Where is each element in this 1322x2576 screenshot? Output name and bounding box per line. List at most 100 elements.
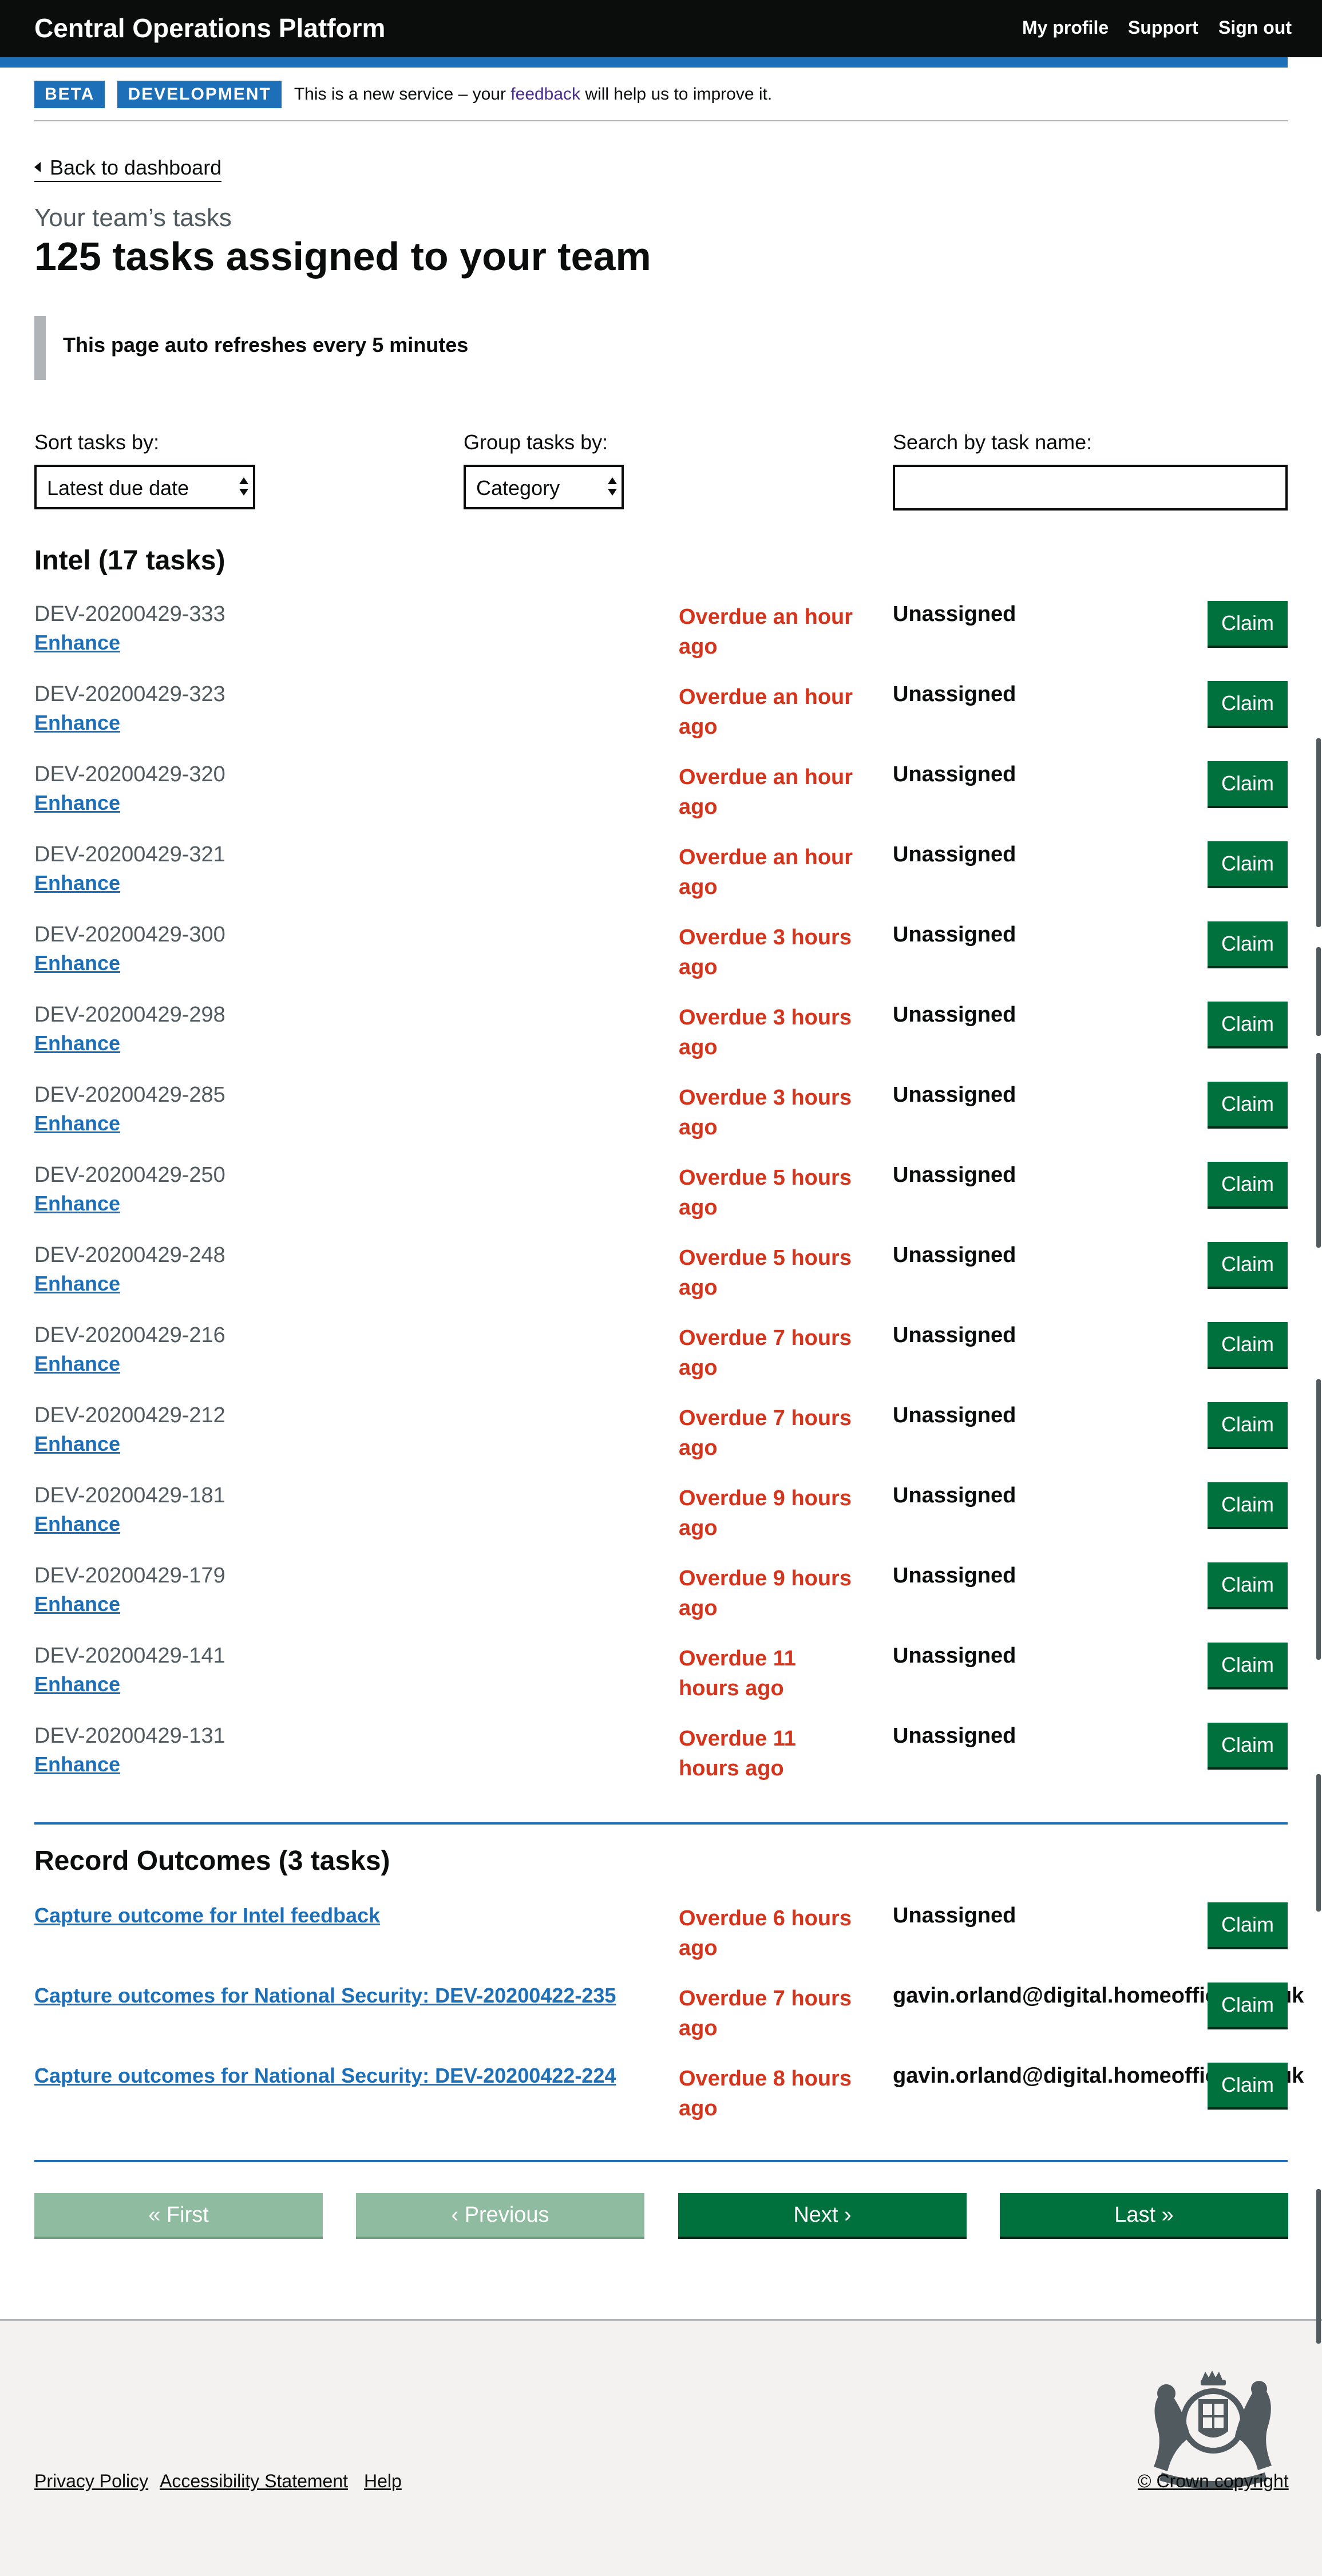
scrollbar-thumb[interactable] — [1316, 947, 1321, 1036]
task-link[interactable]: Enhance — [34, 631, 120, 655]
claim-button[interactable]: Claim — [1208, 761, 1288, 806]
previous-page-button[interactable]: ‹ Previous — [356, 2193, 644, 2237]
due-status: Overdue 6 hours ago — [679, 1906, 852, 1960]
outcomes-section-title: Record Outcomes (3 tasks) — [34, 1846, 390, 1876]
last-page-button[interactable]: Last » — [1000, 2193, 1288, 2237]
task-link[interactable]: Enhance — [34, 1031, 120, 1055]
claim-button[interactable]: Claim — [1208, 601, 1288, 646]
assignee: Unassigned — [893, 842, 1016, 866]
task-link[interactable]: Enhance — [34, 1352, 120, 1376]
intel-section-title: Intel (17 tasks) — [34, 545, 225, 576]
footer-link-accessibility[interactable]: Accessibility Statement — [160, 2471, 348, 2492]
claim-button[interactable]: Claim — [1208, 1723, 1288, 1767]
chevron-left-icon — [34, 162, 41, 172]
footer-link-help[interactable]: Help — [364, 2471, 402, 2492]
task-reference: DEV-20200429-333 — [34, 602, 225, 626]
due-status: Overdue an hour ago — [679, 845, 853, 899]
task-link[interactable]: Enhance — [34, 791, 120, 815]
header-accent-bar — [0, 57, 1288, 68]
assignee: Unassigned — [893, 1644, 1016, 1668]
task-link[interactable]: Enhance — [34, 1512, 120, 1536]
task-reference: DEV-20200429-181 — [34, 1483, 225, 1507]
nav-my-profile[interactable]: My profile — [1022, 17, 1109, 38]
table-row: DEV-20200429-131 Enhance Overdue 11 hours a… — [34, 1723, 1288, 1804]
task-link[interactable]: Enhance — [34, 1272, 120, 1296]
table-row: DEV-20200429-179 Enhance Overdue 9 hours ag… — [34, 1562, 1288, 1644]
claim-button[interactable]: Claim — [1208, 1162, 1288, 1206]
table-row: DEV-20200429-321 Enhance Overdue an hour ag… — [34, 841, 1288, 923]
task-reference: DEV-20200429-323 — [34, 682, 225, 706]
due-status: Overdue an hour ago — [679, 605, 853, 659]
group-label: Group tasks by: — [464, 430, 608, 454]
claim-button[interactable]: Claim — [1208, 1242, 1288, 1287]
task-link[interactable]: Enhance — [34, 1111, 120, 1135]
claim-button[interactable]: Claim — [1208, 1402, 1288, 1447]
next-page-button[interactable]: Next › — [678, 2193, 967, 2237]
nav-sign-out[interactable]: Sign out — [1218, 17, 1292, 38]
due-status: Overdue 7 hours ago — [679, 1987, 852, 2040]
footer-link-privacy[interactable]: Privacy Policy — [34, 2471, 148, 2492]
section-divider — [34, 1822, 1288, 1825]
feedback-link[interactable]: feedback — [510, 85, 580, 104]
task-link[interactable]: Enhance — [34, 711, 120, 735]
task-reference: DEV-20200429-179 — [34, 1564, 225, 1588]
task-reference: DEV-20200429-320 — [34, 762, 225, 786]
task-reference: DEV-20200429-248 — [34, 1243, 225, 1267]
claim-button[interactable]: Claim — [1208, 1562, 1288, 1607]
assignee: Unassigned — [893, 1003, 1016, 1027]
claim-button[interactable]: Claim — [1208, 1902, 1288, 1947]
task-link[interactable]: Capture outcomes for National Security: … — [34, 2064, 616, 2088]
due-status: Overdue an hour ago — [679, 685, 853, 739]
nav-support[interactable]: Support — [1128, 17, 1198, 38]
back-to-dashboard-link[interactable]: Back to dashboard — [34, 156, 222, 182]
task-link[interactable]: Enhance — [34, 1592, 120, 1616]
assignee: Unassigned — [893, 1403, 1016, 1427]
scrollbar-thumb[interactable] — [1316, 1053, 1321, 1248]
due-status: Overdue 9 hours ago — [679, 1566, 852, 1620]
table-row: DEV-20200429-333 Enhance Overdue an hour ag… — [34, 601, 1288, 682]
task-link[interactable]: Enhance — [34, 951, 120, 975]
task-link[interactable]: Enhance — [34, 1752, 120, 1776]
table-row: DEV-20200429-320 Enhance Overdue an hour ag… — [34, 761, 1288, 842]
claim-button[interactable]: Claim — [1208, 1983, 1288, 2027]
task-link[interactable]: Capture outcome for Intel feedback — [34, 1904, 380, 1928]
scrollbar-thumb[interactable] — [1316, 1379, 1321, 1660]
claim-button[interactable]: Claim — [1208, 1482, 1288, 1527]
scrollbar-thumb[interactable] — [1316, 738, 1321, 927]
claim-button[interactable]: Claim — [1208, 841, 1288, 886]
due-status: Overdue 5 hours ago — [679, 1246, 852, 1300]
scrollbar-thumb[interactable] — [1316, 1774, 1321, 1912]
service-name[interactable]: Central Operations Platform — [34, 13, 385, 43]
first-page-button[interactable]: « First — [34, 2193, 323, 2237]
due-status: Overdue 9 hours ago — [679, 1486, 852, 1540]
task-reference: DEV-20200429-141 — [34, 1644, 225, 1668]
search-input[interactable] — [893, 465, 1288, 511]
task-link[interactable]: Enhance — [34, 1432, 120, 1456]
claim-button[interactable]: Claim — [1208, 681, 1288, 726]
task-reference: DEV-20200429-212 — [34, 1403, 225, 1427]
sort-select[interactable]: Latest due date — [34, 465, 255, 509]
task-link[interactable]: Enhance — [34, 1192, 120, 1216]
group-select[interactable]: Category — [464, 465, 624, 509]
development-tag: DEVELOPMENT — [117, 81, 282, 108]
phase-banner-text: This is a new service – your feedback wi… — [294, 85, 773, 104]
assignee: Unassigned — [893, 762, 1016, 786]
claim-button[interactable]: Claim — [1208, 1082, 1288, 1126]
site-footer: Privacy Policy Accessibility Statement H… — [0, 2319, 1322, 2576]
due-status: Overdue 5 hours ago — [679, 1166, 852, 1220]
scrollbar-thumb[interactable] — [1316, 2189, 1321, 2344]
task-link[interactable]: Enhance — [34, 871, 120, 895]
claim-button[interactable]: Claim — [1208, 2063, 1288, 2107]
claim-button[interactable]: Claim — [1208, 1002, 1288, 1046]
claim-button[interactable]: Claim — [1208, 921, 1288, 966]
table-row: DEV-20200429-298 Enhance Overdue 3 hours ag… — [34, 1002, 1288, 1083]
due-status: Overdue 3 hours ago — [679, 925, 852, 979]
table-row: Capture outcomes for National Security: … — [34, 1983, 1304, 2064]
task-link[interactable]: Enhance — [34, 1672, 120, 1696]
claim-button[interactable]: Claim — [1208, 1643, 1288, 1687]
claim-button[interactable]: Claim — [1208, 1322, 1288, 1367]
task-link[interactable]: Capture outcomes for National Security: … — [34, 1984, 616, 2008]
task-reference: DEV-20200429-216 — [34, 1323, 225, 1347]
assignee: Unassigned — [893, 1564, 1016, 1588]
crown-copyright-link[interactable]: © Crown copyright — [1138, 2471, 1289, 2492]
